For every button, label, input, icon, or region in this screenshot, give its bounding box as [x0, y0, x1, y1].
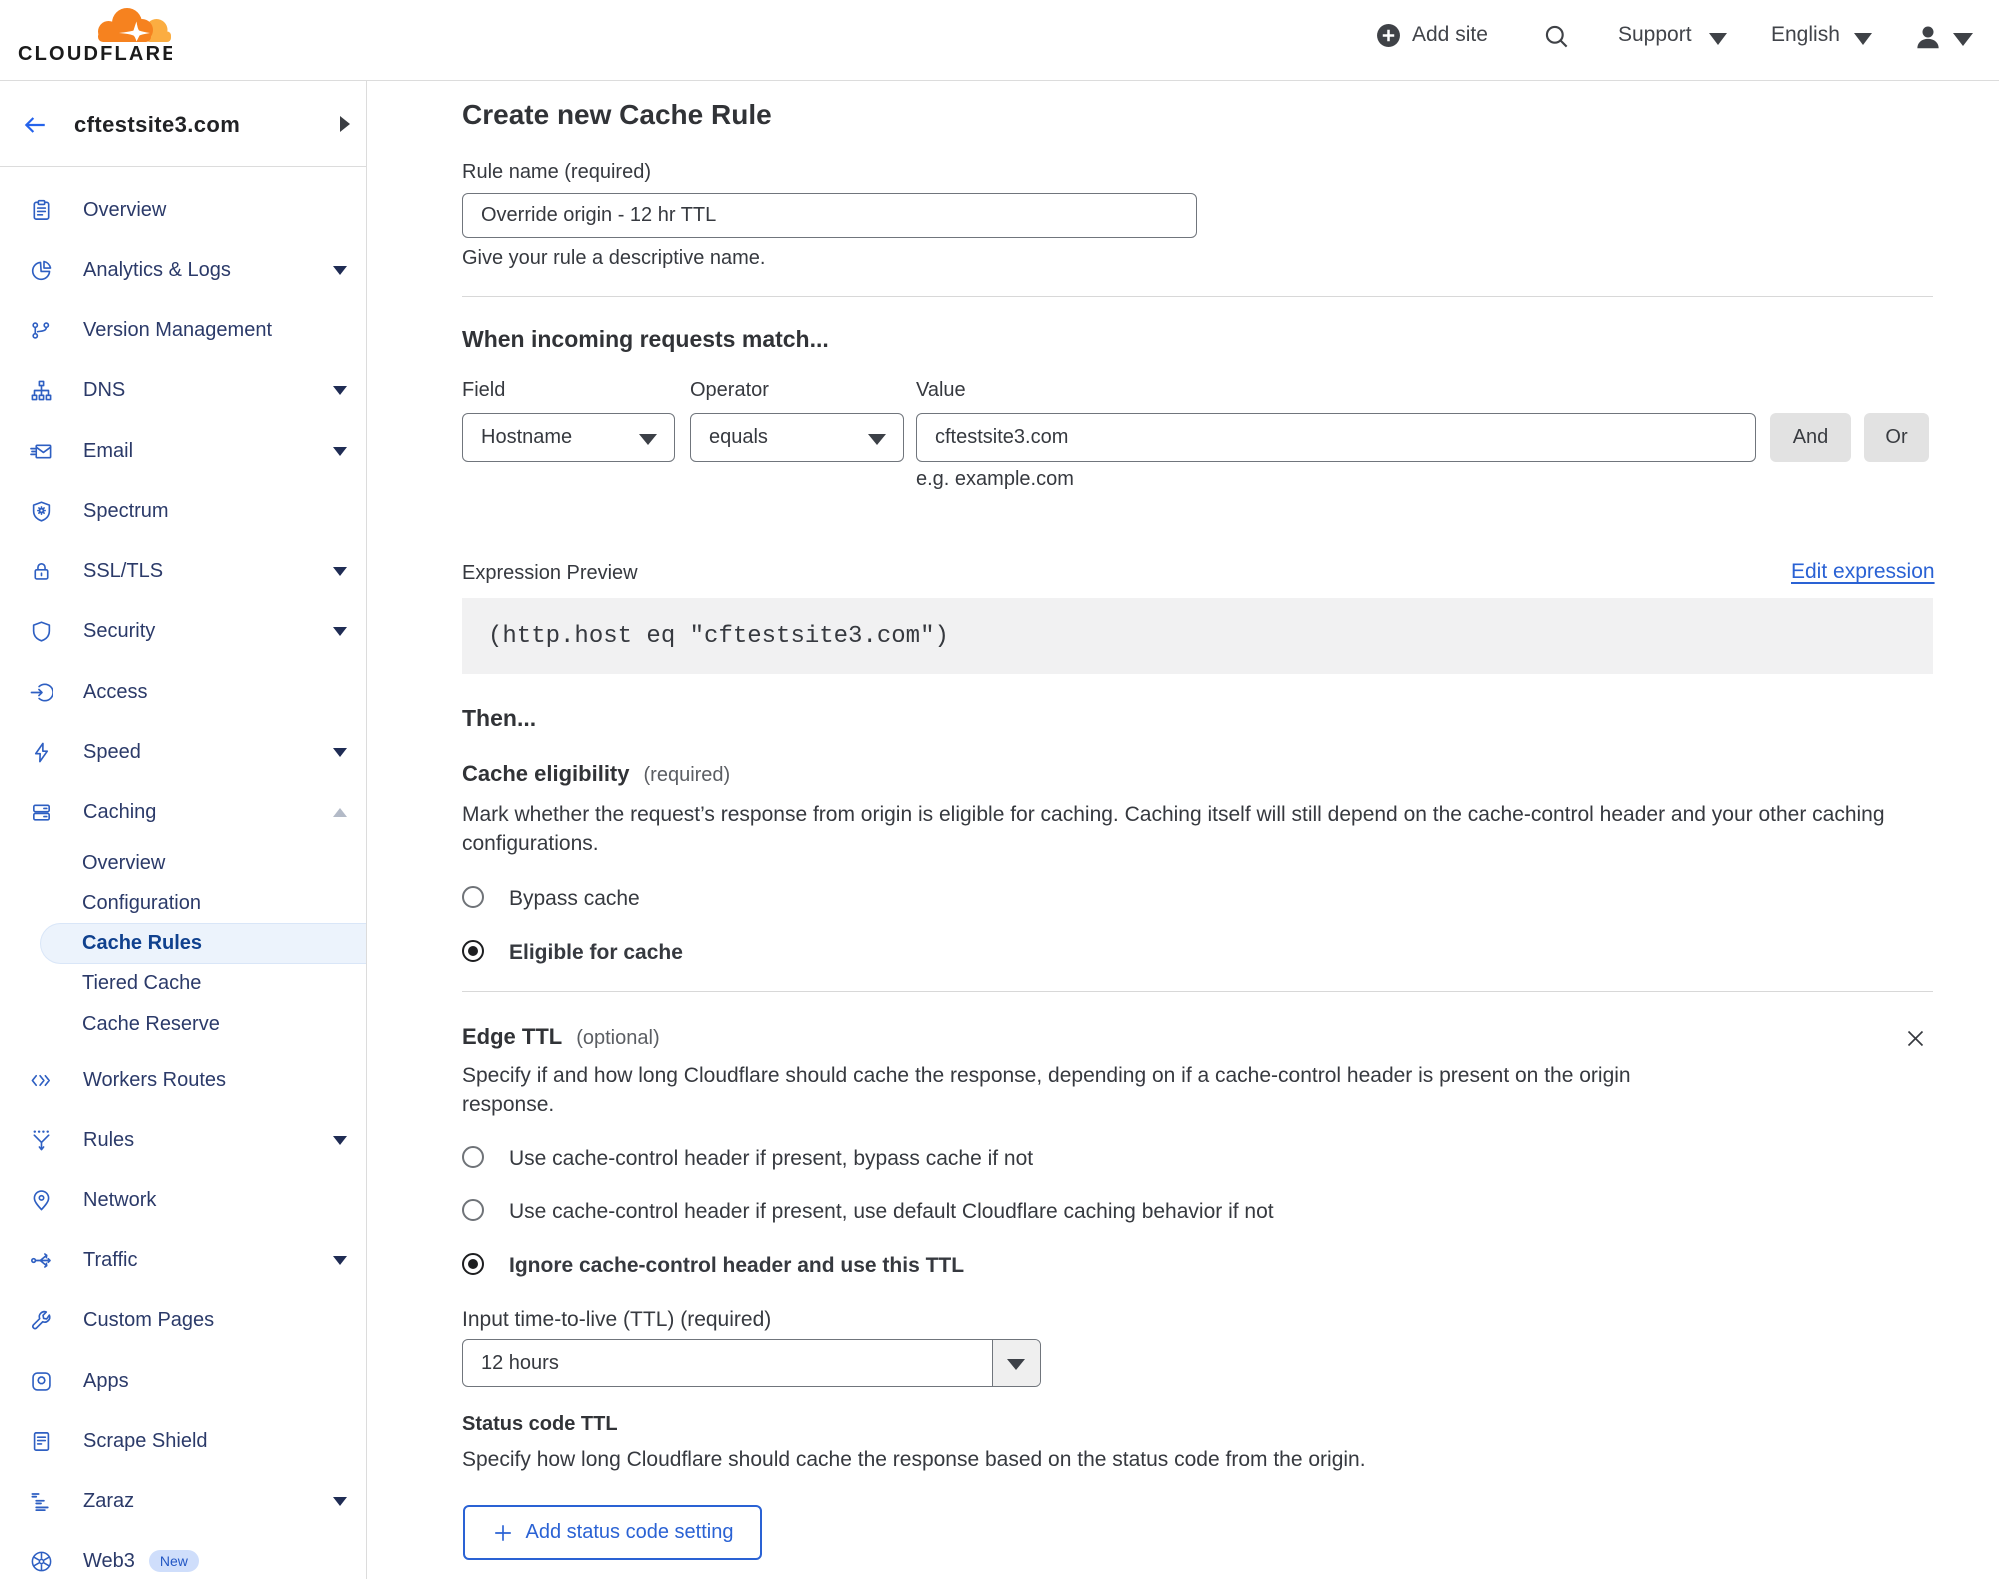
svg-text:CLOUDFLARE: CLOUDFLARE — [18, 43, 172, 65]
